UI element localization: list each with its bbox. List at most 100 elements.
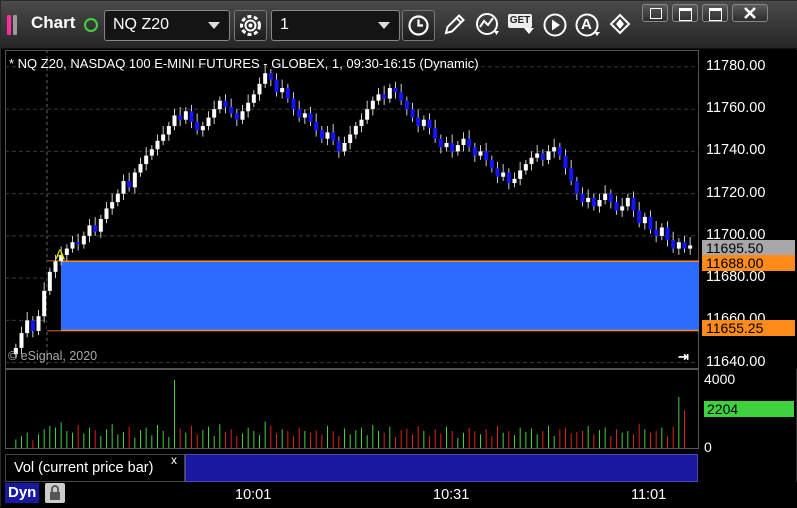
candle-body [302,113,307,118]
candle-body [546,151,551,160]
candle-body [155,140,160,150]
time-template-button[interactable] [402,10,435,41]
price-tick: 11740.00 [706,142,766,159]
restore-button[interactable] [642,4,668,22]
candle-body [540,153,545,160]
candle-body [455,145,460,152]
candle-body [127,180,132,188]
candle-body [359,119,364,127]
minimize-icon [709,8,722,21]
candle-body [121,180,126,194]
candle-body [285,88,290,99]
candle-body [427,119,432,129]
maximize-button[interactable] [672,4,698,22]
time-tick: 10:31 [433,487,470,503]
get-data-icon[interactable]: GET [508,14,536,34]
candle-body [518,170,523,179]
candle-body [648,216,653,230]
esignal-logo-icon [7,15,21,35]
candle-body [81,235,86,245]
candle-body [365,109,370,120]
chart-window: Chart NQ Z20 1 GET A A * NQ Z20, NASDAQ … [0,0,797,508]
candle-body [501,172,506,177]
candle-body [291,98,296,110]
candle-body [314,121,319,131]
candle-body [263,73,268,84]
symbol-input[interactable]: NQ Z20 [104,10,230,41]
scroll-to-end-icon[interactable]: ⇥ [678,349,689,365]
study-tab-strip[interactable] [185,454,698,482]
candle-body [484,151,489,160]
time-axis[interactable] [1,482,797,508]
candle-body [433,128,438,139]
lock-icon[interactable] [45,483,65,503]
candle-body [240,111,245,120]
candle-body [297,109,302,118]
candle-body [631,197,636,211]
candle-body [212,109,217,118]
dynamic-mode-button[interactable]: Dyn [5,483,40,503]
candle-body [274,79,279,93]
candle-body [620,206,625,211]
candle-body [353,126,358,135]
price-tick: 11780.00 [706,57,766,74]
price-chart-pane[interactable]: A [5,50,699,369]
connection-status-icon [84,18,98,32]
price-tick: 11720.00 [706,184,766,201]
candle-body [251,94,256,103]
minimize-button[interactable] [702,4,728,22]
settings-button[interactable] [234,10,267,41]
study-close-icon[interactable]: x [171,453,177,467]
candle-body [478,151,483,156]
symbol-value: NQ Z20 [113,16,170,33]
candle-body [557,147,562,156]
play-icon[interactable] [542,12,568,38]
close-icon [744,7,756,19]
candle-body [87,225,92,236]
alert-button[interactable]: A [574,12,604,40]
candle-body [348,134,353,143]
last-price-label: 11695.50 [702,240,795,256]
candle-body [47,271,52,291]
close-button[interactable] [732,4,768,22]
candle-body [246,102,251,112]
volume-border [5,369,699,449]
candle-body [529,157,534,165]
chevron-down-icon[interactable] [378,22,390,29]
volume-pane[interactable] [5,369,699,449]
candle-body [64,248,69,255]
candle-body [257,83,262,95]
candle-body [569,168,574,181]
interval-input[interactable]: 1 [271,10,400,41]
candle-body [659,227,664,236]
candle-body [410,109,415,118]
candle-body [161,134,166,141]
candle-body [376,94,381,101]
candle-body [489,159,494,169]
candle-body [574,180,579,194]
window-title: Chart [31,13,76,32]
range-box [47,261,699,331]
cursor-diamond-icon[interactable] [607,12,633,38]
candle-body [387,88,392,99]
box-top-price-label: 11688.00 [702,255,795,271]
candle-body [682,242,687,249]
candle-body [93,225,98,232]
candle-body [217,100,222,110]
time-tick: 10:01 [235,487,272,503]
candle-body [342,142,347,152]
candle-body [421,119,426,127]
candle-body [178,115,183,120]
candle-body [234,113,239,120]
candle-body [70,242,75,249]
study-tab-volume[interactable]: Vol (current price bar) [5,454,185,482]
candle-body [25,320,30,334]
candle-body [42,290,47,317]
get-badge: GET [508,14,532,28]
settings-gear-icon [240,15,261,36]
candle-body [637,210,642,224]
pencil-draw-icon[interactable] [441,12,467,38]
chevron-down-icon[interactable] [208,22,220,29]
chart-style-icon[interactable] [475,12,501,38]
candle-body [104,208,109,220]
